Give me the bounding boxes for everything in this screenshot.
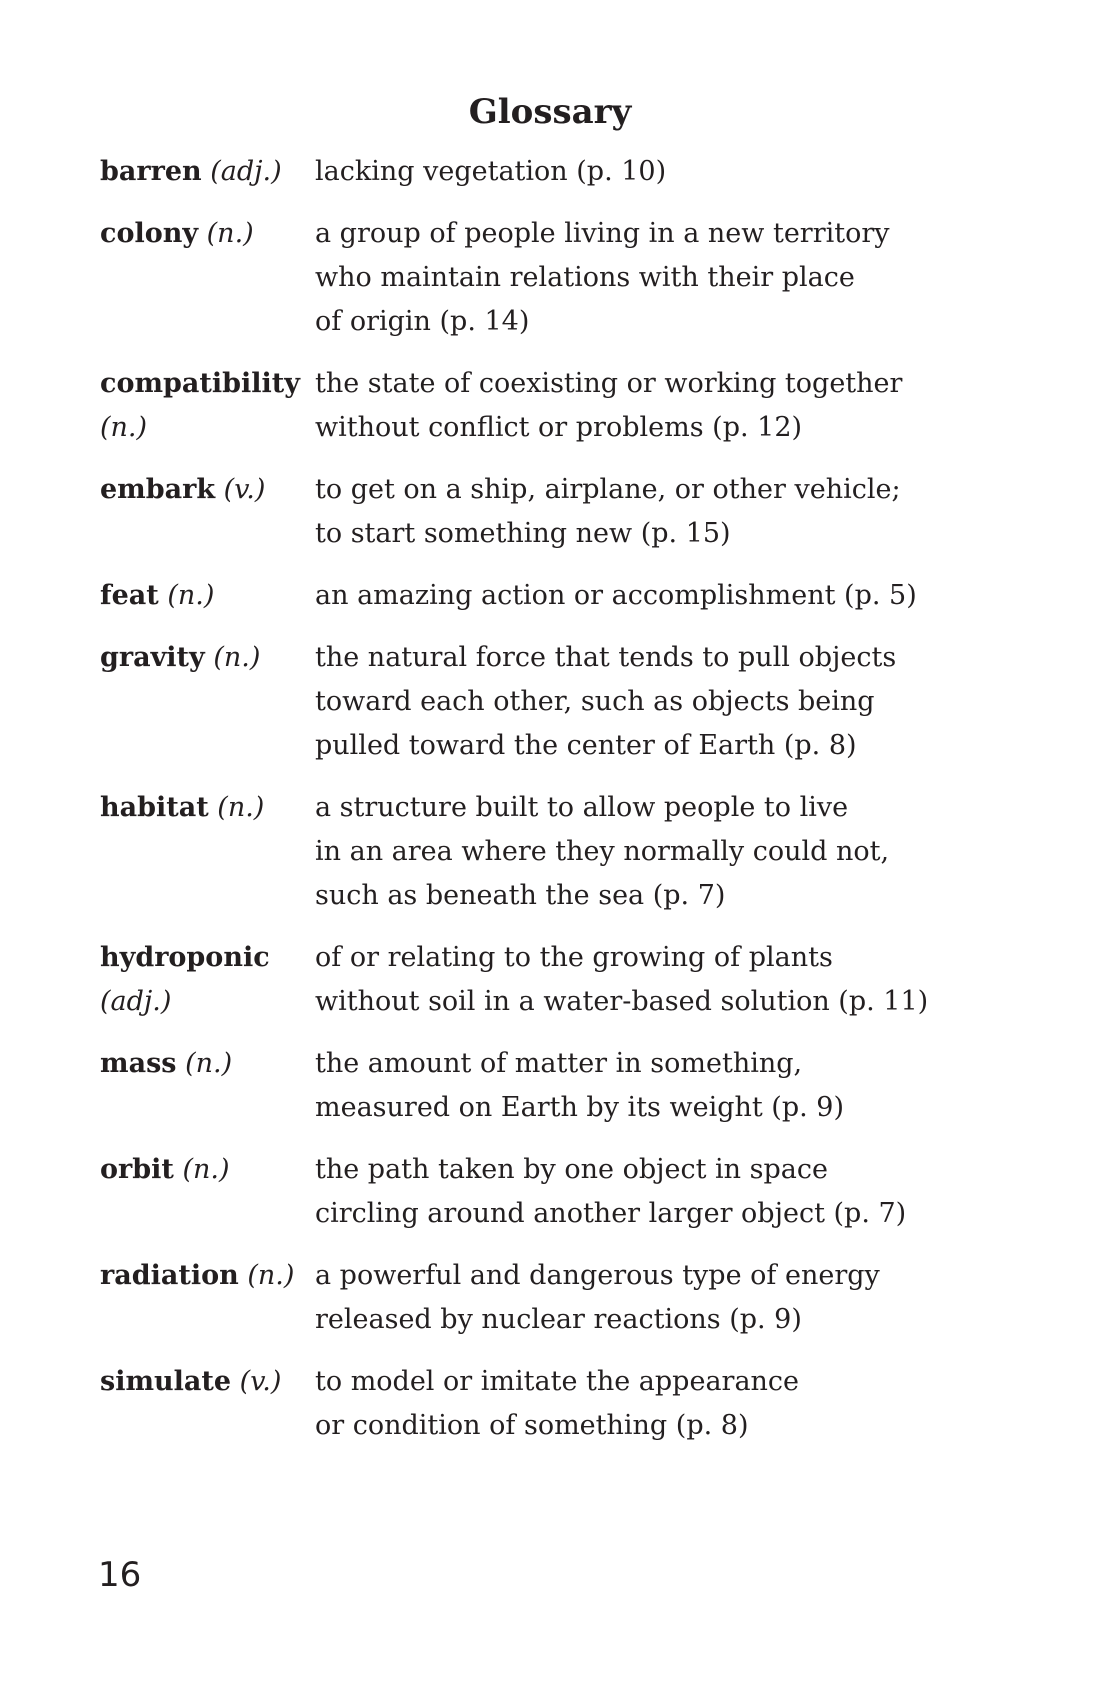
glossary-term-cell: embark (v.) xyxy=(100,468,315,512)
definition-line: such as beneath the sea (p. 7) xyxy=(315,880,726,911)
definition-line: who maintain relations with their place xyxy=(315,262,855,293)
definition-line: a structure built to allow people to liv… xyxy=(315,792,849,823)
glossary-term: embark xyxy=(100,474,216,505)
glossary-definition: to model or imitate the appearance or con… xyxy=(315,1360,940,1448)
definition-line: of origin (p. 14) xyxy=(315,306,530,337)
glossary-definition: the state of coexisting or working toget… xyxy=(315,362,940,450)
glossary-term-cell: gravity (n.) xyxy=(100,636,315,680)
glossary-term: compatibility xyxy=(100,368,300,399)
glossary-term-cell: feat (n.) xyxy=(100,574,315,618)
definition-line: an amazing action or accomplishment (p. … xyxy=(315,580,917,611)
glossary-definition: to get on a ship, airplane, or other veh… xyxy=(315,468,940,556)
part-of-speech: (n.) xyxy=(167,580,215,611)
definition-line: the path taken by one object in space xyxy=(315,1154,828,1185)
definition-line: the natural force that tends to pull obj… xyxy=(315,642,897,673)
glossary-entry: compatibility (n.) the state of coexisting… xyxy=(100,362,940,450)
glossary-term: hydroponic xyxy=(100,942,270,973)
glossary-term-cell: hydroponic (adj.) xyxy=(100,936,315,1024)
glossary-definition: lacking vegetation (p. 10) xyxy=(315,150,940,194)
glossary-definition: of or relating to the growing of plants w… xyxy=(315,936,940,1024)
part-of-speech: (n.) xyxy=(100,412,148,443)
glossary-entry: barren (adj.) lacking vegetation (p. 10) xyxy=(100,150,940,194)
glossary-entry: radiation (n.) a powerful and dangerous t… xyxy=(100,1254,940,1342)
glossary-entry: mass (n.) the amount of matter in somethi… xyxy=(100,1042,940,1130)
glossary-term-cell: habitat (n.) xyxy=(100,786,315,830)
glossary-term: colony xyxy=(100,218,199,249)
definition-line: without conflict or problems (p. 12) xyxy=(315,412,803,443)
glossary-term: habitat xyxy=(100,792,209,823)
glossary-term-cell: colony (n.) xyxy=(100,212,315,256)
glossary-entry: embark (v.) to get on a ship, airplane, o… xyxy=(100,468,940,556)
definition-line: pulled toward the center of Earth (p. 8) xyxy=(315,730,857,761)
glossary-term-cell: mass (n.) xyxy=(100,1042,315,1086)
part-of-speech: (v.) xyxy=(239,1366,282,1397)
glossary-term-cell: compatibility (n.) xyxy=(100,362,315,450)
definition-line: to model or imitate the appearance xyxy=(315,1366,800,1397)
glossary-entry: hydroponic (adj.) of or relating to the gr… xyxy=(100,936,940,1024)
glossary-entry: colony (n.) a group of people living in a… xyxy=(100,212,940,344)
definition-line: without soil in a water-based solution (… xyxy=(315,986,929,1017)
glossary-term-cell: radiation (n.) xyxy=(100,1254,315,1298)
definition-line: measured on Earth by its weight (p. 9) xyxy=(315,1092,845,1123)
glossary-entry: orbit (n.) the path taken by one object i… xyxy=(100,1148,940,1236)
part-of-speech: (n.) xyxy=(206,218,254,249)
glossary-term: gravity xyxy=(100,642,205,673)
glossary-definition: an amazing action or accomplishment (p. … xyxy=(315,574,940,618)
glossary-definition: a structure built to allow people to liv… xyxy=(315,786,940,918)
glossary-definition: the path taken by one object in space cir… xyxy=(315,1148,940,1236)
part-of-speech: (adj.) xyxy=(100,986,172,1017)
glossary-entry: habitat (n.) a structure built to allow p… xyxy=(100,786,940,918)
glossary-entry: simulate (v.) to model or imitate the app… xyxy=(100,1360,940,1448)
definition-line: circling around another larger object (p… xyxy=(315,1198,907,1229)
glossary-term: barren xyxy=(100,156,202,187)
page-title: Glossary xyxy=(468,92,632,132)
glossary-definition: a group of people living in a new territ… xyxy=(315,212,940,344)
glossary-entry: feat (n.) an amazing action or accomplish… xyxy=(100,574,940,618)
definition-line: lacking vegetation (p. 10) xyxy=(315,156,667,187)
definition-line: toward each other, such as objects being xyxy=(315,686,875,717)
glossary-page: Glossary barren (adj.) lacking vegetation… xyxy=(0,0,1100,1700)
definition-line: released by nuclear reactions (p. 9) xyxy=(315,1304,802,1335)
definition-line: a group of people living in a new territ… xyxy=(315,218,890,249)
part-of-speech: (n.) xyxy=(213,642,261,673)
page-number: 16 xyxy=(98,1555,142,1595)
definition-line: a powerful and dangerous type of energy xyxy=(315,1260,880,1291)
glossary-term-cell: orbit (n.) xyxy=(100,1148,315,1192)
part-of-speech: (n.) xyxy=(185,1048,233,1079)
definition-line: the state of coexisting or working toget… xyxy=(315,368,903,399)
definition-line: to start something new (p. 15) xyxy=(315,518,731,549)
glossary-term: mass xyxy=(100,1048,177,1079)
glossary-term: radiation xyxy=(100,1260,239,1291)
glossary-list: barren (adj.) lacking vegetation (p. 10) c… xyxy=(100,150,940,1448)
glossary-term: simulate xyxy=(100,1366,232,1397)
glossary-term: orbit xyxy=(100,1154,174,1185)
definition-line: or condition of something (p. 8) xyxy=(315,1410,749,1441)
glossary-term: feat xyxy=(100,580,159,611)
definition-line: the amount of matter in something, xyxy=(315,1048,803,1079)
definition-line: in an area where they normally could not… xyxy=(315,836,890,867)
glossary-term-cell: barren (adj.) xyxy=(100,150,315,194)
part-of-speech: (n.) xyxy=(217,792,265,823)
part-of-speech: (adj.) xyxy=(210,156,282,187)
part-of-speech: (n.) xyxy=(247,1260,295,1291)
glossary-definition: the natural force that tends to pull obj… xyxy=(315,636,940,768)
part-of-speech: (v.) xyxy=(223,474,266,505)
glossary-definition: the amount of matter in something, measur… xyxy=(315,1042,940,1130)
definition-line: of or relating to the growing of plants xyxy=(315,942,833,973)
glossary-definition: a powerful and dangerous type of energy r… xyxy=(315,1254,940,1342)
glossary-entry: gravity (n.) the natural force that tends… xyxy=(100,636,940,768)
glossary-term-cell: simulate (v.) xyxy=(100,1360,315,1404)
definition-line: to get on a ship, airplane, or other veh… xyxy=(315,474,901,505)
part-of-speech: (n.) xyxy=(182,1154,230,1185)
